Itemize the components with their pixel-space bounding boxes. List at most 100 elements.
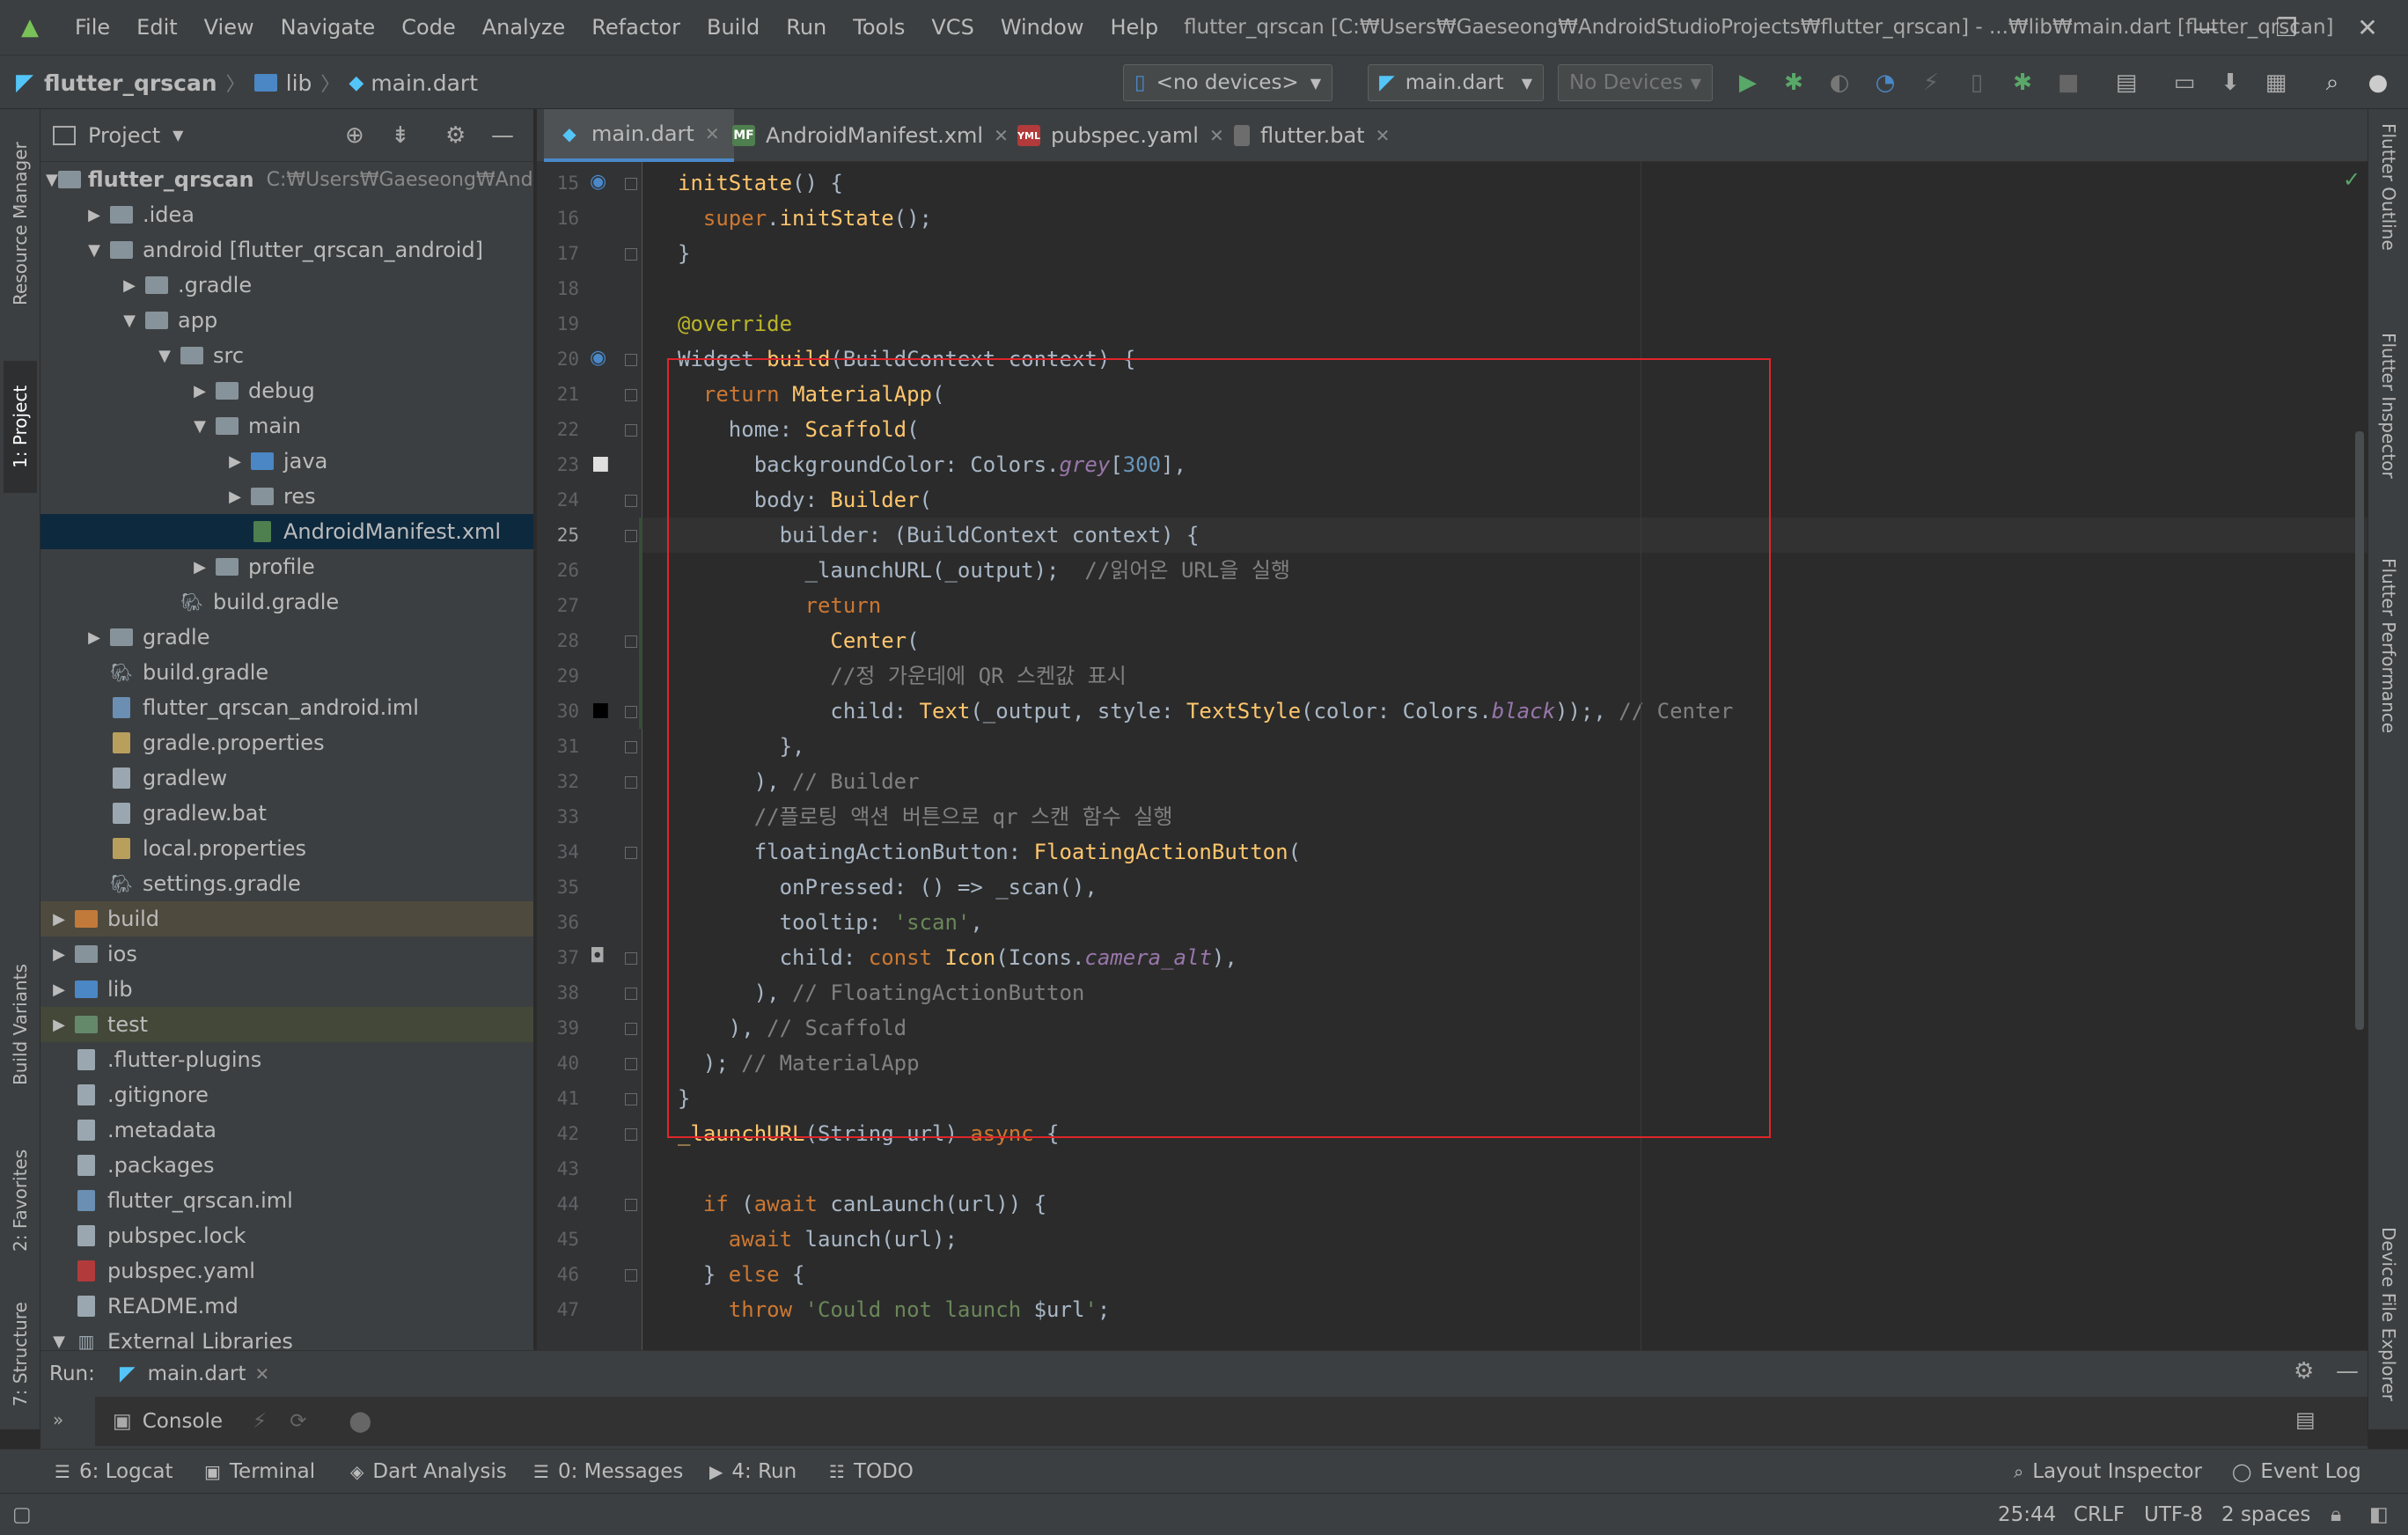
code-line[interactable]: return MaterialApp( <box>678 377 945 412</box>
tree-item[interactable]: ▼ android [flutter_qrscan_android] <box>40 232 533 268</box>
collapsed-arrow-icon[interactable]: ▶ <box>187 558 213 577</box>
expanded-arrow-icon[interactable]: ▼ <box>46 1333 72 1351</box>
tree-item[interactable]: 🐘︎ build.gradle <box>40 655 533 690</box>
device-selector[interactable]: ▯ <no devices> ▼ <box>1123 64 1332 101</box>
code-line[interactable]: initState() { <box>678 165 843 201</box>
code-line[interactable]: Center( <box>678 623 919 658</box>
code-line[interactable]: onPressed: () => _scan(), <box>678 870 1098 905</box>
collapsed-arrow-icon[interactable]: ▶ <box>46 910 72 929</box>
tree-item[interactable]: 🐘︎ build.gradle <box>40 584 533 620</box>
code-line[interactable]: throw 'Could not launch $url'; <box>678 1292 1111 1327</box>
collapsed-arrow-icon[interactable]: ▶ <box>46 945 72 964</box>
tree-item[interactable]: gradlew <box>40 760 533 796</box>
breadcrumb-file[interactable]: main.dart <box>371 70 478 96</box>
todo-tool[interactable]: ☷ TODO <box>829 1450 914 1494</box>
expanded-arrow-icon[interactable]: ▼ <box>116 312 143 330</box>
user-icon[interactable]: ● <box>2359 64 2397 101</box>
hot-reload-icon[interactable]: ⚡ <box>1912 64 1950 101</box>
tree-item[interactable]: ▶ build <box>40 901 533 936</box>
tree-item[interactable]: ▶ .gradle <box>40 268 533 303</box>
tab-pubspec-yaml[interactable]: YML pubspec.yaml ✕ <box>1003 109 1238 162</box>
code-line[interactable]: } else { <box>678 1257 805 1292</box>
collapsed-arrow-icon[interactable]: ▶ <box>187 382 213 400</box>
tree-item[interactable]: ▼ flutter_qrscan C:₩Users₩Gaeseong₩Androi <box>40 162 533 197</box>
messages-tool[interactable]: ☰ 0: Messages <box>533 1450 683 1494</box>
editor-scrollbar[interactable] <box>2355 431 2364 1030</box>
avd-manager-icon[interactable]: ▭ <box>2165 64 2204 101</box>
expanded-arrow-icon[interactable]: ▼ <box>187 417 213 436</box>
code-line[interactable]: @override <box>678 306 792 342</box>
console-tab[interactable]: Console <box>143 1410 223 1433</box>
project-view-selector[interactable]: Project <box>88 123 160 148</box>
tree-item[interactable]: .metadata <box>40 1113 533 1148</box>
more-icon[interactable]: » <box>53 1409 63 1430</box>
locate-file-icon[interactable]: ⊕ <box>345 122 364 149</box>
tree-item[interactable]: ▶ debug <box>40 373 533 408</box>
collapsed-arrow-icon[interactable]: ▶ <box>46 1016 72 1034</box>
dart-analysis-tool[interactable]: ◈ Dart Analysis <box>350 1450 507 1494</box>
menu-refactor[interactable]: Refactor <box>578 15 694 40</box>
favorites-tab[interactable]: 2: Favorites <box>4 1130 37 1271</box>
tree-item[interactable]: pubspec.lock <box>40 1218 533 1253</box>
tree-item[interactable]: ▶ ios <box>40 936 533 972</box>
tree-item[interactable]: ▼ src <box>40 338 533 373</box>
collapsed-arrow-icon[interactable]: ▶ <box>46 980 72 999</box>
event-log-tool[interactable]: ◯ Event Log <box>2232 1450 2361 1494</box>
hot-restart-icon[interactable]: ▯ <box>1957 64 1996 101</box>
menu-tools[interactable]: Tools <box>840 15 918 40</box>
tree-item[interactable]: ▶ .idea <box>40 197 533 232</box>
tree-item[interactable]: 🐘︎ settings.gradle <box>40 866 533 901</box>
debug-icon[interactable]: ✱ <box>1774 64 1813 101</box>
dropdown-arrow-icon[interactable]: ▼ <box>173 127 183 143</box>
code-line[interactable]: ), // Builder <box>678 764 920 799</box>
code-line[interactable]: super.initState(); <box>678 201 932 236</box>
menu-edit[interactable]: Edit <box>123 15 190 40</box>
tree-item[interactable]: ▶ java <box>40 444 533 479</box>
code-line[interactable]: return <box>678 588 882 623</box>
profile-icon[interactable]: ◔ <box>1866 64 1905 101</box>
indent-setting[interactable]: 2 spaces <box>2221 1494 2310 1535</box>
code-line[interactable]: //정 가운데에 QR 스켄값 표시 <box>678 658 1126 694</box>
collapse-all-icon[interactable]: ⇟ <box>391 122 410 149</box>
menu-help[interactable]: Help <box>1097 15 1171 40</box>
run-config-selector[interactable]: ◤ main.dart ▼ <box>1368 64 1544 101</box>
run-config-tab[interactable]: main.dart <box>148 1362 246 1385</box>
settings-gear-icon[interactable]: ⚙ <box>445 122 466 149</box>
code-line[interactable]: _launchURL(_output); //읽어온 URL을 실행 <box>678 553 1290 588</box>
flutter-performance-tab[interactable]: Flutter Performance <box>2372 558 2405 796</box>
hide-panel-icon[interactable]: — <box>2336 1358 2359 1384</box>
menu-code[interactable]: Code <box>388 15 468 40</box>
toggle-tool-windows-icon[interactable]: ▢ <box>12 1494 32 1535</box>
code-line[interactable]: ), // Scaffold <box>678 1010 907 1046</box>
tree-item[interactable]: ▶ lib <box>40 972 533 1007</box>
tab-android-manifest[interactable]: MF AndroidManifest.xml ✕ <box>718 109 1023 162</box>
collapsed-arrow-icon[interactable]: ▶ <box>222 452 248 471</box>
restore-icon[interactable]: ❐ <box>2246 0 2327 55</box>
code-editor[interactable]: 1415161718192021222324252627282930313233… <box>537 162 2368 1350</box>
logcat-tool[interactable]: ☰ 6: Logcat <box>55 1450 173 1494</box>
code-line[interactable]: builder: (BuildContext context) { <box>678 518 1200 553</box>
tree-item[interactable]: ▶ res <box>40 479 533 514</box>
settings-gear-icon[interactable]: ⚙ <box>2294 1358 2314 1384</box>
collapsed-arrow-icon[interactable]: ▶ <box>116 276 143 295</box>
hot-reload-icon[interactable]: ⚡ <box>253 1410 267 1433</box>
lock-icon[interactable]: 🔒︎ <box>2331 1494 2341 1535</box>
menu-analyze[interactable]: Analyze <box>469 15 579 40</box>
code-area[interactable]: @override initState() { super.initState()… <box>537 162 2368 1350</box>
menu-view[interactable]: View <box>191 15 268 40</box>
tree-item[interactable]: ▶ test <box>40 1007 533 1042</box>
tree-item[interactable]: ▼ app <box>40 303 533 338</box>
hide-panel-icon[interactable]: — <box>491 122 514 149</box>
code-line[interactable]: }, <box>678 729 805 764</box>
menu-run[interactable]: Run <box>773 15 840 40</box>
stop-icon[interactable]: ■ <box>2049 64 2088 101</box>
code-line[interactable]: body: Builder( <box>678 482 932 518</box>
code-line[interactable]: _launchURL(String url) async { <box>678 1116 1060 1151</box>
close-icon[interactable]: ✕ <box>2327 0 2408 55</box>
hot-restart-icon[interactable]: ⟳ <box>290 1410 306 1433</box>
sdk-manager-icon[interactable]: ⬇ <box>2211 64 2250 101</box>
collapsed-arrow-icon[interactable]: ▶ <box>81 206 107 224</box>
caret-position[interactable]: 25:44 <box>1998 1494 2056 1535</box>
flutter-outline-tab[interactable]: Flutter Outline <box>2372 123 2405 308</box>
breadcrumb-project[interactable]: flutter_qrscan <box>44 70 217 96</box>
